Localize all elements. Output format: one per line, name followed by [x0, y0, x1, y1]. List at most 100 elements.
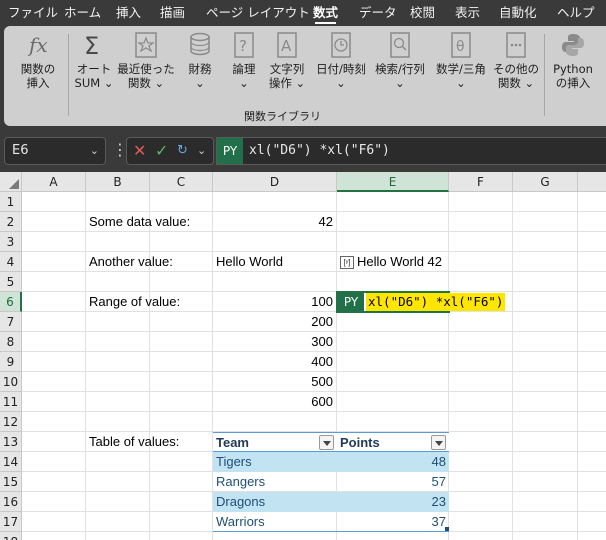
cancel-icon[interactable]: ✕ — [133, 141, 146, 161]
svg-text:?: ? — [239, 37, 247, 55]
row-header-12[interactable]: 12 — [0, 412, 22, 432]
column-header-b[interactable]: B — [86, 172, 150, 192]
gridline — [512, 192, 513, 540]
row-header-15[interactable]: 15 — [0, 472, 22, 492]
table-cell-points[interactable]: 23 — [337, 492, 449, 512]
formula-input[interactable]: PY xl("D6") *xl("F6") — [216, 137, 606, 165]
cell-d8[interactable]: 300 — [213, 332, 336, 352]
column-header-f[interactable]: F — [449, 172, 513, 192]
cell-b6[interactable]: Range of value: — [86, 292, 212, 312]
row-header-9[interactable]: 9 — [0, 352, 22, 372]
more-book-icon — [503, 30, 529, 60]
cell-d2[interactable]: 42 — [213, 212, 336, 232]
insert-python-button[interactable]: Python の挿入 — [548, 30, 598, 90]
tab-file[interactable]: ファイル — [8, 0, 58, 26]
row-header-14[interactable]: 14 — [0, 452, 22, 472]
datetime-button[interactable]: 日付/時刻 ⌄ — [312, 30, 370, 90]
recent-functions-button[interactable]: 最近使った 関数 ⌄ — [116, 30, 176, 90]
table-cell-points[interactable]: 57 — [337, 472, 449, 492]
tab-data[interactable]: データ — [359, 0, 397, 26]
name-box-value: E6 — [12, 143, 29, 158]
menu-bar: ファイル ホーム 挿入 描画 ページ レイアウト 数式 データ 校閲 表示 自動… — [0, 0, 606, 26]
text-functions-button[interactable]: A 文字列 操作 ⌄ — [264, 30, 310, 90]
row-header-10[interactable]: 10 — [0, 372, 22, 392]
more-functions-button[interactable]: その他の 関数 ⌄ — [490, 30, 542, 90]
cell-d11[interactable]: 600 — [213, 392, 336, 412]
cell-e4[interactable]: [ʸ] Hello World 42 — [337, 252, 462, 272]
cell-d9[interactable]: 400 — [213, 352, 336, 372]
table-cell-points[interactable]: 37 — [337, 512, 449, 532]
table-cell-team[interactable]: Tigers — [213, 452, 337, 472]
fx-icon: fx — [25, 30, 51, 60]
column-header-c[interactable]: C — [150, 172, 213, 192]
row-header-11[interactable]: 11 — [0, 392, 22, 412]
math-button[interactable]: θ 数学/三角 ⌄ — [432, 30, 490, 90]
tab-draw[interactable]: 描画 — [160, 0, 185, 26]
ribbon: fx 関数の 挿入 Σ オート SUM ⌄ 最近使った 関数 ⌄ 財務 ⌄ ? … — [0, 26, 606, 130]
tab-automate[interactable]: 自動化 — [499, 0, 537, 26]
python-badge: PY — [338, 293, 364, 311]
spreadsheet-grid[interactable]: A B C D E F G 1 2 3 4 5 6 7 8 9 10 11 12… — [0, 172, 606, 540]
column-header-a[interactable]: A — [22, 172, 86, 192]
filter-dropdown-icon[interactable] — [431, 435, 446, 450]
ribbon-panel: fx 関数の 挿入 Σ オート SUM ⌄ 最近使った 関数 ⌄ 財務 ⌄ ? … — [4, 26, 606, 126]
lookup-button[interactable]: 検索/行列 ⌄ — [372, 30, 428, 90]
column-header-h[interactable] — [578, 172, 606, 192]
row-header-18[interactable]: 18 — [0, 532, 22, 540]
confirm-icon[interactable]: ✓ — [155, 141, 168, 161]
column-header-e[interactable]: E — [337, 172, 449, 192]
tab-view[interactable]: 表示 — [455, 0, 480, 26]
cell-d4[interactable]: Hello World — [213, 252, 336, 272]
row-header-8[interactable]: 8 — [0, 332, 22, 352]
python-object-icon: [ʸ] — [340, 256, 354, 270]
selected-cell-e6[interactable]: PY xl("D6") *xl("F6") — [336, 291, 506, 313]
row-header-7[interactable]: 7 — [0, 312, 22, 332]
theta-book-icon: θ — [448, 30, 474, 60]
column-header-d[interactable]: D — [213, 172, 337, 192]
row-header-2[interactable]: 2 — [0, 212, 22, 232]
tab-insert[interactable]: 挿入 — [116, 0, 141, 26]
cell-b13[interactable]: Table of values: — [86, 432, 212, 452]
cell-d6[interactable]: 100 — [213, 292, 336, 312]
tab-help[interactable]: ヘルプ — [557, 0, 595, 26]
table-cell-team[interactable]: Dragons — [213, 492, 337, 512]
logical-button[interactable]: ? 論理 ⌄ — [226, 30, 262, 90]
insert-function-button[interactable]: fx 関数の 挿入 — [14, 30, 62, 90]
cell-d7[interactable]: 200 — [213, 312, 336, 332]
table-cell-team[interactable]: Rangers — [213, 472, 337, 492]
row-header-16[interactable]: 16 — [0, 492, 22, 512]
python-output-icon[interactable]: ↻ — [177, 141, 188, 161]
row-header-3[interactable]: 3 — [0, 232, 22, 252]
table-header-points[interactable]: Points — [337, 432, 449, 452]
row-header-17[interactable]: 17 — [0, 512, 22, 532]
svg-text:fx: fx — [27, 33, 48, 57]
star-book-icon — [133, 30, 159, 60]
tab-page-layout[interactable]: ページ レイアウト — [206, 0, 310, 26]
formula-bar: E6 ⌄ ⋮ ✕ ✓ ↻ ⌄ PY xl("D6") *xl("F6") — [0, 130, 606, 172]
row-header-13[interactable]: 13 — [0, 432, 22, 452]
filter-dropdown-icon[interactable] — [319, 435, 334, 450]
sigma-icon: Σ — [81, 30, 107, 60]
svg-text:Σ: Σ — [84, 32, 99, 60]
cell-b4[interactable]: Another value: — [86, 252, 212, 272]
cell-d10[interactable]: 500 — [213, 372, 336, 392]
table-header-team[interactable]: Team — [213, 432, 337, 452]
python-icon — [560, 30, 586, 60]
row-header-6[interactable]: 6 — [0, 292, 22, 312]
table-cell-team[interactable]: Warriors — [213, 512, 337, 532]
row-header-1[interactable]: 1 — [0, 192, 22, 212]
table-cell-points[interactable]: 48 — [337, 452, 449, 472]
column-header-g[interactable]: G — [513, 172, 578, 192]
table-resize-handle[interactable] — [445, 527, 449, 531]
autosum-button[interactable]: Σ オート SUM ⌄ — [70, 30, 118, 90]
chevron-down-icon[interactable]: ⌄ — [197, 141, 206, 161]
magnifier-book-icon — [387, 30, 413, 60]
row-header-4[interactable]: 4 — [0, 252, 22, 272]
row-header-5[interactable]: 5 — [0, 272, 22, 292]
tab-home[interactable]: ホーム — [64, 0, 101, 26]
name-box[interactable]: E6 ⌄ — [4, 137, 106, 165]
select-all-corner[interactable] — [0, 172, 22, 192]
tab-review[interactable]: 校閲 — [410, 0, 435, 26]
financial-button[interactable]: 財務 ⌄ — [180, 30, 220, 90]
tab-formulas[interactable]: 数式 — [313, 0, 338, 26]
